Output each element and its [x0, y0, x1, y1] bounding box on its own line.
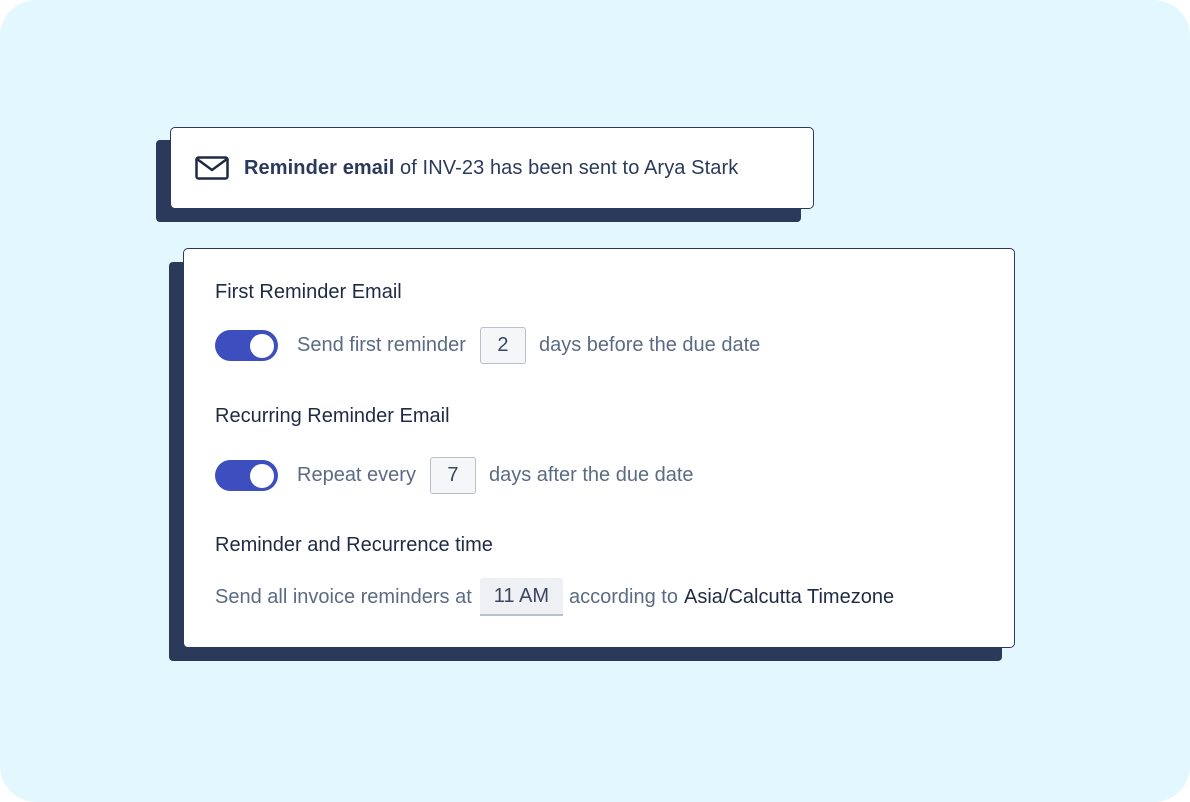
first-reminder-title: First Reminder Email	[215, 281, 402, 303]
recurring-reminder-days-input[interactable]: 7	[429, 457, 476, 494]
reminder-time-middle: according to	[569, 585, 678, 608]
canvas-background: Reminder email of INV-23 has been sent t…	[0, 0, 1190, 802]
first-reminder-days-input[interactable]: 2	[479, 327, 526, 364]
notification-rest-text: of INV-23 has been sent to Arya Stark	[394, 156, 739, 179]
notification-bold-text: Reminder email	[244, 156, 395, 179]
first-reminder-toggle[interactable]	[215, 330, 278, 361]
reminder-time-select[interactable]: 11 AM	[479, 578, 564, 616]
first-reminder-row: Send first reminder 2 days before the du…	[215, 327, 760, 364]
first-reminder-suffix: days before the due date	[538, 334, 761, 356]
first-reminder-label: Send first reminder	[297, 334, 466, 356]
reminder-time-label: Send all invoice reminders at	[215, 585, 472, 608]
recurring-reminder-label: Repeat every	[297, 464, 416, 486]
recurring-reminder-title: Recurring Reminder Email	[215, 405, 450, 427]
mail-icon	[195, 156, 229, 180]
toggle-knob	[250, 463, 274, 488]
toggle-knob	[250, 333, 274, 358]
reminder-time-title: Reminder and Recurrence time	[215, 534, 493, 556]
reminder-settings-panel: First Reminder Email Send first reminder…	[183, 248, 1015, 648]
recurring-reminder-toggle[interactable]	[215, 460, 278, 491]
reminder-time-row: Send all invoice reminders at 11 AM acco…	[215, 578, 894, 616]
recurring-reminder-suffix: days after the due date	[488, 464, 694, 486]
notification-toast: Reminder email of INV-23 has been sent t…	[170, 127, 814, 209]
recurring-reminder-row: Repeat every 7 days after the due date	[215, 457, 694, 494]
timezone-label: Asia/Calcutta Timezone	[683, 585, 895, 608]
notification-message: Reminder email of INV-23 has been sent t…	[244, 157, 738, 180]
